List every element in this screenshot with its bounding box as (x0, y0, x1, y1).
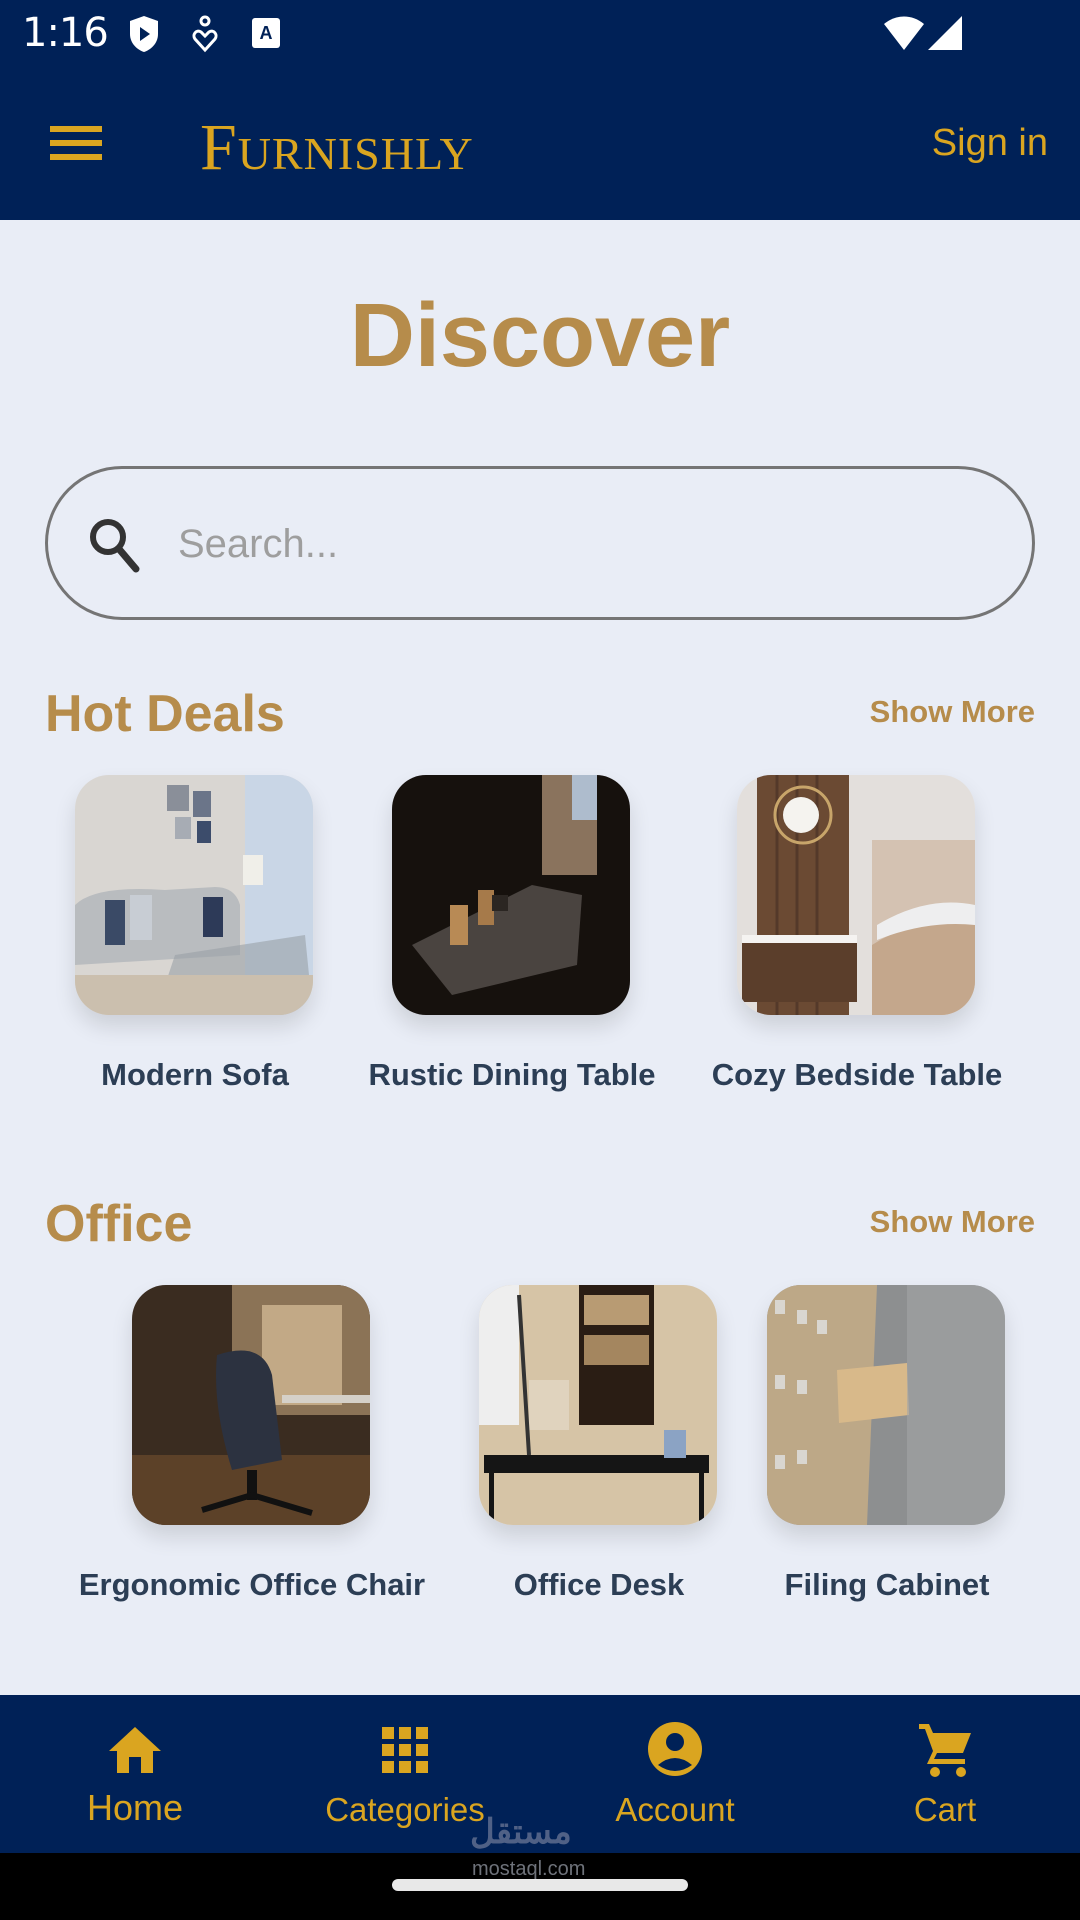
dark-dining-table-photo (392, 775, 630, 1015)
home-icon (109, 1727, 161, 1773)
section-title-hot-deals: Hot Deals (45, 685, 285, 743)
product-label: Office Desk (513, 1567, 685, 1602)
watermark-arabic: مستقل (470, 1813, 572, 1851)
hamburger-menu-icon[interactable] (50, 126, 102, 162)
nav-item-home[interactable]: Home (0, 1695, 270, 1853)
filing-cabinet-photo (767, 1285, 1005, 1525)
product-label: Rustic Dining Table (368, 1057, 656, 1092)
nav-item-cart[interactable]: Cart (810, 1695, 1080, 1853)
product-label: Filing Cabinet (784, 1567, 990, 1602)
cart-icon (919, 1724, 971, 1777)
product-card-office-desk[interactable]: Office Desk (479, 1285, 719, 1602)
svg-text:A: A (260, 23, 273, 43)
wifi-icon (884, 16, 924, 55)
product-label: Cozy Bedside Table (711, 1057, 1003, 1092)
product-card-ergonomic-office-chair[interactable]: Ergonomic Office Chair (79, 1285, 425, 1602)
nav-item-account[interactable]: Account (540, 1695, 810, 1853)
product-label: Modern Sofa (101, 1057, 289, 1092)
nav-label-home: Home (86, 1787, 184, 1828)
app-bar: Furnishly Sign in (0, 70, 1080, 220)
office-chair-photo (132, 1285, 370, 1525)
shield-play-icon (128, 14, 160, 59)
nav-label-account: Account (615, 1791, 735, 1828)
search-icon (88, 517, 142, 578)
text-a-icon: A (252, 18, 280, 53)
product-card-modern-sofa[interactable]: Modern Sofa (75, 775, 315, 1092)
watermark-latin: mostaql.com (472, 1858, 586, 1880)
accessibility-heart-icon (192, 14, 218, 59)
sign-in-button[interactable]: Sign in (932, 122, 1048, 165)
page-title: Discover (349, 286, 731, 386)
grid-icon (382, 1727, 428, 1773)
section-title-office: Office (45, 1195, 193, 1253)
product-card-cozy-bedside-table[interactable]: Cozy Bedside Table (712, 775, 1002, 1092)
bedroom-nightstand-photo (737, 775, 975, 1015)
show-more-hot-deals[interactable]: Show More (870, 694, 1035, 730)
living-room-sofa-photo (75, 775, 313, 1015)
search-bar[interactable] (45, 466, 1035, 620)
status-time: 1:16 (22, 10, 109, 56)
product-card-filing-cabinet[interactable]: Filing Cabinet (767, 1285, 1007, 1602)
cellular-signal-icon (928, 16, 962, 55)
app-logo: Furnishly (200, 111, 474, 184)
status-bar: 1:16 A (0, 0, 1080, 70)
search-input[interactable] (178, 509, 978, 579)
product-label: Ergonomic Office Chair (78, 1567, 426, 1602)
product-card-rustic-dining-table[interactable]: Rustic Dining Table (368, 775, 656, 1092)
office-desk-photo (479, 1285, 717, 1525)
account-circle-icon (648, 1722, 702, 1776)
nav-label-cart: Cart (913, 1791, 977, 1828)
show-more-office[interactable]: Show More (870, 1204, 1035, 1240)
